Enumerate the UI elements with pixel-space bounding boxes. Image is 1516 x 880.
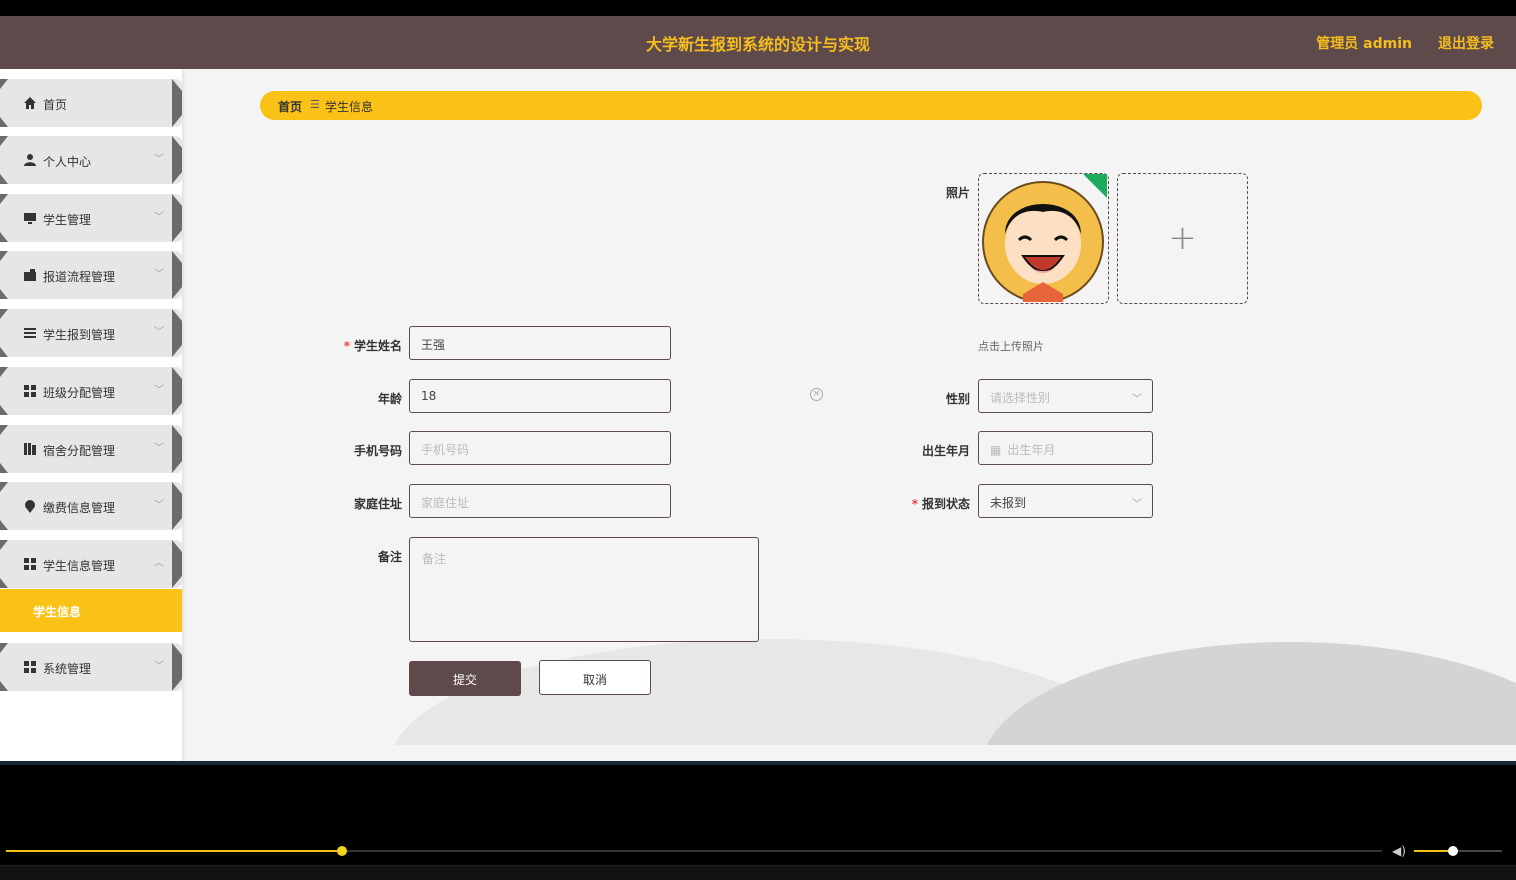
submit-button[interactable]: 提交 <box>409 661 521 696</box>
birth-date-value: 出生年月 <box>1007 443 1056 457</box>
breadcrumb: 首页 ☰ 学生信息 <box>260 91 1482 120</box>
sidebar-subitem-label: 学生信息 <box>33 605 82 619</box>
breadcrumb-home[interactable]: 首页 <box>278 98 302 115</box>
chevron-down-icon: ﹀ <box>1132 499 1142 510</box>
sidebar-item-label: 班级分配管理 <box>43 386 116 400</box>
sidebar-item-label: 学生信息管理 <box>43 559 116 573</box>
grid-icon <box>24 558 36 570</box>
wallet-icon <box>24 269 36 281</box>
student-name-input[interactable]: 王强 <box>409 326 671 360</box>
gender-select-value: 请选择性别 <box>990 391 1051 405</box>
book-icon <box>24 443 36 455</box>
gender-label: 性别 <box>945 392 970 406</box>
address-input[interactable]: 家庭住址 <box>409 484 671 518</box>
sidebar-item-label: 缴费信息管理 <box>43 501 116 515</box>
phone-input[interactable]: 手机号码 <box>409 431 671 465</box>
sidebar-item-payment-info[interactable]: 缴费信息管理 ﹀ <box>0 482 182 530</box>
chevron-down-icon: ﹀ <box>154 269 164 280</box>
status-select-value: 未报到 <box>990 496 1027 510</box>
notes-label: 备注 <box>377 550 402 564</box>
app-title: 大学新生报到系统的设计与实现 <box>645 35 870 54</box>
monitor-icon <box>24 213 36 224</box>
birth-date-picker[interactable]: ▦ 出生年月 <box>978 431 1153 465</box>
plus-icon: + <box>1168 218 1197 258</box>
sidebar-item-label: 学生报到管理 <box>43 328 116 342</box>
seek-progress <box>6 850 342 852</box>
chevron-down-icon: ﹀ <box>1132 394 1142 405</box>
avatar <box>982 174 1107 302</box>
sidebar-item-enrollment-process[interactable]: 报道流程管理 ﹀ <box>0 251 182 299</box>
photo-upload-button[interactable]: + <box>1117 173 1248 304</box>
list-icon <box>24 328 36 338</box>
gender-select[interactable]: 请选择性别 ﹀ <box>978 379 1153 413</box>
photo-upload-tip: 点击上传照片 <box>978 340 1044 353</box>
birth-date-label: 出生年月 <box>921 444 970 458</box>
page-bottom-fill <box>182 745 1516 761</box>
sidebar-item-dorm-assignment[interactable]: 宿舍分配管理 ﹀ <box>0 425 182 473</box>
sidebar-item-label: 系统管理 <box>43 662 92 676</box>
notes-textarea[interactable]: 备注 <box>409 537 759 642</box>
user-icon <box>24 154 36 166</box>
cancel-button[interactable]: 取消 <box>539 660 651 695</box>
seek-handle[interactable] <box>337 846 347 856</box>
admin-user-label: 管理员 admin <box>1316 36 1412 52</box>
sidebar: 首页 个人中心 ﹀ 学生管理 ﹀ 报道流程管理 ﹀ 学生报到管理 ﹀ 班级分配管… <box>0 69 182 761</box>
sidebar-item-home[interactable]: 首页 <box>0 79 182 127</box>
sidebar-item-class-assignment[interactable]: 班级分配管理 ﹀ <box>0 367 182 415</box>
logout-link[interactable]: 退出登录 <box>1438 33 1494 53</box>
sidebar-item-label: 个人中心 <box>43 155 92 169</box>
grid-icon <box>24 385 36 397</box>
sidebar-item-label: 学生管理 <box>43 213 92 227</box>
age-label: 年龄 <box>377 392 402 406</box>
chevron-down-icon: ﹀ <box>154 443 164 454</box>
main-page: 首页 个人中心 ﹀ 学生管理 ﹀ 报道流程管理 ﹀ 学生报到管理 ﹀ 班级分配管… <box>0 69 1516 761</box>
sidebar-item-student-info-management[interactable]: 学生信息管理 ︿ <box>0 540 182 588</box>
sidebar-item-label: 首页 <box>43 98 68 112</box>
sidebar-item-student-checkin[interactable]: 学生报到管理 ﹀ <box>0 309 182 357</box>
video-player-bar: ◀) <box>0 761 1516 880</box>
volume-handle[interactable] <box>1448 846 1458 856</box>
chevron-down-icon: ﹀ <box>154 327 164 338</box>
sidebar-item-label: 报道流程管理 <box>43 270 116 284</box>
status-label: * 报到状态 <box>911 497 970 511</box>
sidebar-item-label: 宿舍分配管理 <box>43 444 116 458</box>
calendar-icon: ▦ <box>990 443 1002 457</box>
student-name-label: * 学生姓名 <box>343 339 402 353</box>
photo-label: 照片 <box>945 186 970 200</box>
breadcrumb-current: 学生信息 <box>325 100 374 114</box>
volume-icon[interactable]: ◀) <box>1392 844 1406 858</box>
home-icon <box>24 97 36 109</box>
chevron-up-icon: ︿ <box>154 558 164 569</box>
photo-preview[interactable] <box>978 173 1109 304</box>
chevron-down-icon: ﹀ <box>154 154 164 165</box>
player-top-border <box>0 761 1516 765</box>
status-select[interactable]: 未报到 ﹀ <box>978 484 1153 518</box>
age-input[interactable]: 18 <box>409 379 671 413</box>
chevron-down-icon: ﹀ <box>154 661 164 672</box>
address-label: 家庭住址 <box>353 497 402 511</box>
chevron-down-icon: ﹀ <box>154 212 164 223</box>
sidebar-item-system-management[interactable]: 系统管理 ﹀ <box>0 643 182 691</box>
clear-icon[interactable]: × <box>810 388 823 401</box>
decorative-hill-right <box>980 642 1516 761</box>
player-bottom-strip <box>0 865 1516 880</box>
phone-label: 手机号码 <box>353 444 402 458</box>
chevron-down-icon: ﹀ <box>154 385 164 396</box>
window-top-bar <box>0 0 1516 16</box>
app-header: 大学新生报到系统的设计与实现 管理员 admin 退出登录 <box>0 16 1516 69</box>
grid-icon <box>24 661 36 673</box>
sidebar-item-personal-center[interactable]: 个人中心 ﹀ <box>0 136 182 184</box>
sidebar-item-student-management[interactable]: 学生管理 ﹀ <box>0 194 182 242</box>
chevron-down-icon: ﹀ <box>154 500 164 511</box>
sidebar-subitem-student-info[interactable]: 学生信息 <box>0 589 182 632</box>
pin-icon <box>25 500 35 513</box>
breadcrumb-separator-icon: ☰ <box>310 98 320 111</box>
